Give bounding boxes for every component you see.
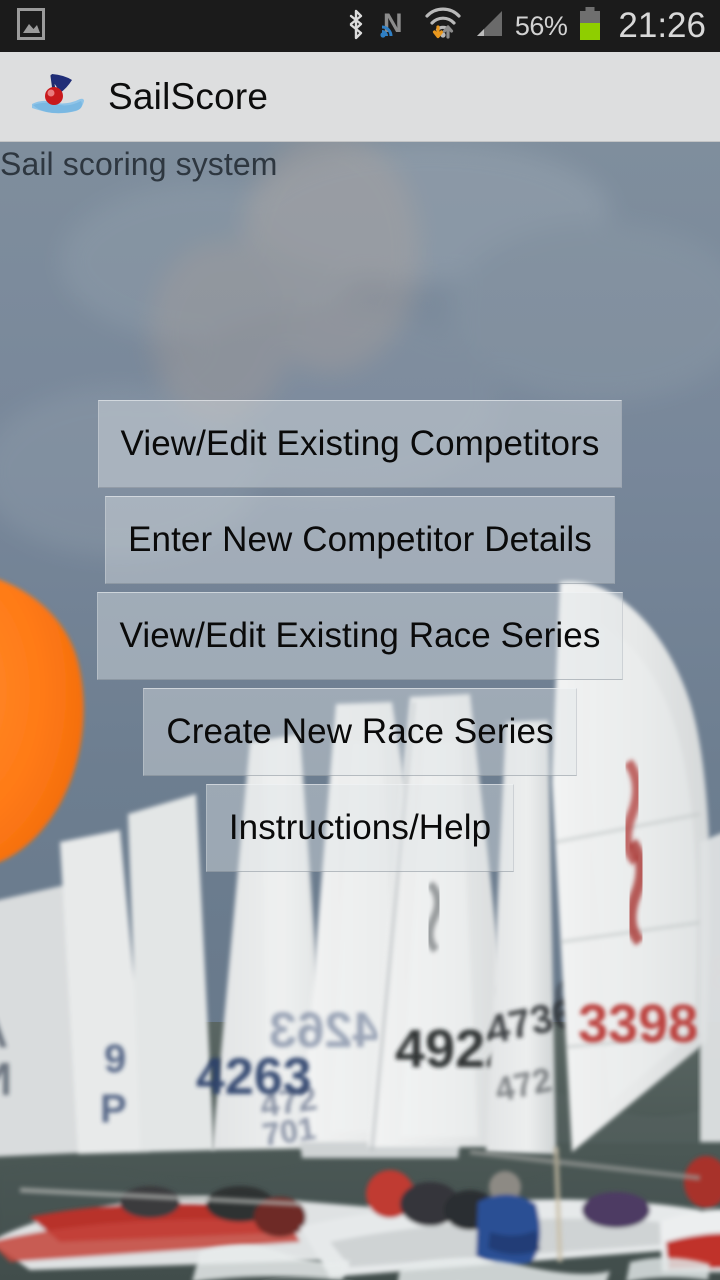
nfc-icon: N [378,6,414,47]
cell-signal-icon [472,7,506,46]
svg-text:3398: 3398 [578,994,698,1054]
svg-text:N1: N1 [0,1053,12,1105]
menu-item-label: Instructions/Help [228,808,492,847]
sailscore-buoy-logo-icon [30,68,86,125]
battery-percent-label: 56% [514,10,568,41]
menu-item-label: View/Edit Existing Race Series [119,616,601,655]
menu-item-label: Create New Race Series [166,712,554,751]
status-bar-clock: 21:26 [618,5,706,45]
menu-item-label: Enter New Competitor Details [128,520,592,559]
wifi-transfer-icon [423,6,463,47]
svg-text:701: 701 [260,1110,318,1153]
app-screen: A3 N1 9 P 4263 4263 [0,0,720,1280]
main-menu: View/Edit Existing Competitors Enter New… [0,400,720,880]
svg-text:P: P [100,1087,127,1131]
view-edit-race-series-button[interactable]: View/Edit Existing Race Series [96,592,624,680]
svg-text:9: 9 [104,1037,126,1081]
battery-icon [577,6,603,47]
create-new-race-series-button[interactable]: Create New Race Series [143,688,577,776]
view-edit-competitors-button[interactable]: View/Edit Existing Competitors [97,400,623,488]
status-bar: N 56% 21:26 [0,0,720,52]
image-screenshot-icon [14,7,48,46]
enter-new-competitor-button[interactable]: Enter New Competitor Details [105,496,615,584]
instructions-help-button[interactable]: Instructions/Help [205,784,515,872]
action-bar: SailScore [0,52,720,142]
page-subtitle: Sail scoring system [0,146,278,182]
bluetooth-icon [343,7,369,46]
app-title: SailScore [108,76,269,117]
svg-text:A3: A3 [0,1005,8,1057]
menu-item-label: View/Edit Existing Competitors [120,424,600,463]
